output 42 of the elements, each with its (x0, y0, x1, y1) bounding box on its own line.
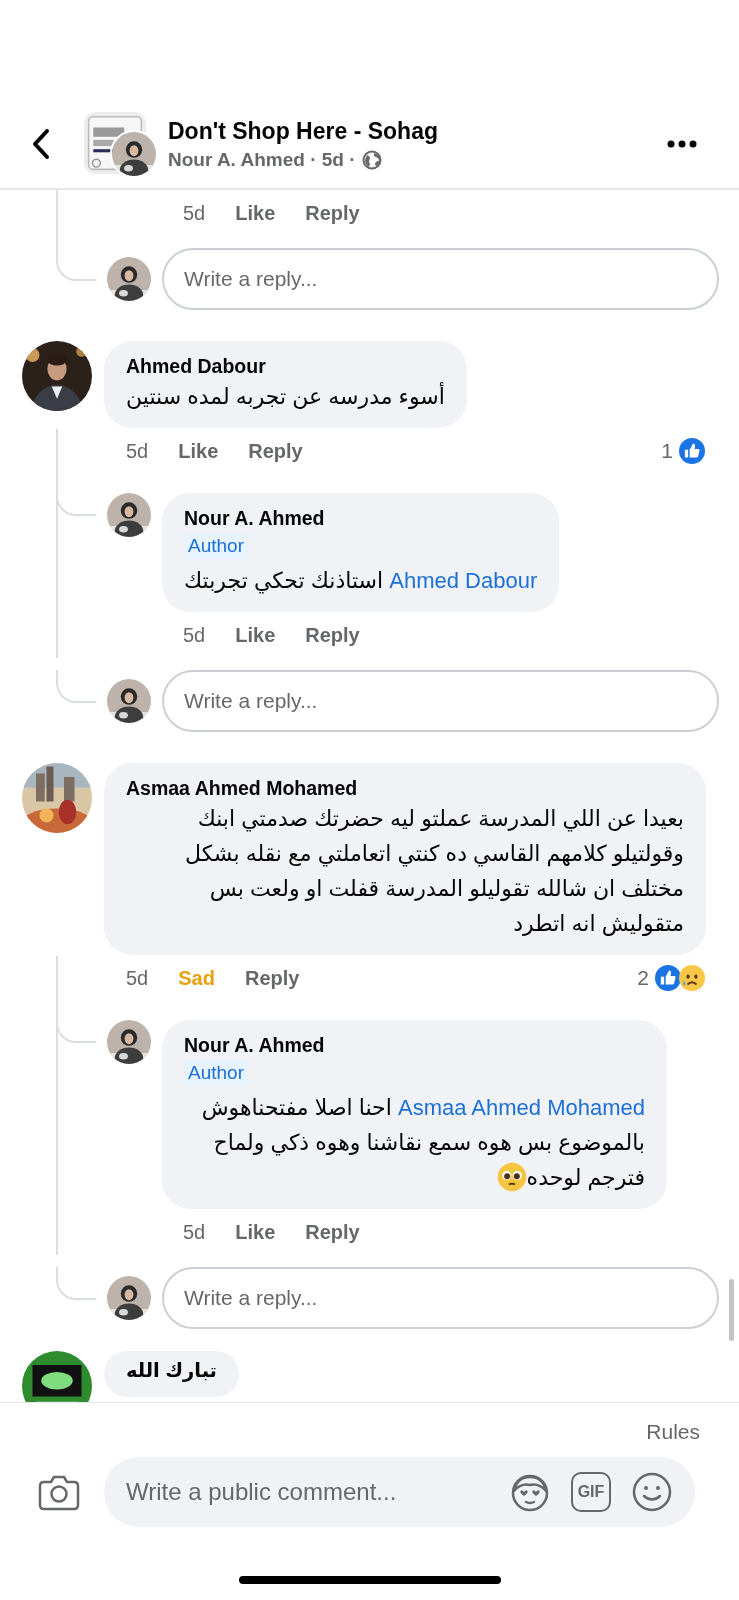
emoji-icon[interactable] (631, 1471, 673, 1513)
comment-text: أسوء مدرسه عن تجربه لمده سنتين (126, 381, 445, 411)
timestamp: 5d (183, 1220, 206, 1244)
reaction-count: 2 (637, 966, 649, 990)
reply-button[interactable]: Reply (244, 966, 300, 990)
author-badge: Author (184, 1060, 248, 1086)
thread-connector (56, 670, 96, 703)
reply-field[interactable]: Write a reply... (162, 248, 719, 310)
scroll-bar (729, 1279, 734, 1341)
reply-field[interactable]: Write a reply... (162, 670, 719, 732)
reply-button[interactable]: Reply (305, 623, 360, 647)
thread-connector (56, 1267, 96, 1300)
author-name[interactable]: Nour A. Ahmed (184, 1032, 325, 1058)
author-name[interactable]: Nour A. Ahmed (184, 505, 325, 531)
rules-link[interactable]: Rules (646, 1419, 700, 1445)
like-button[interactable]: Like (235, 201, 276, 225)
like-button[interactable]: Like (235, 1220, 276, 1244)
post-meta: Nour A. Ahmed · 5d · (168, 148, 356, 171)
group-title[interactable]: Don't Shop Here - Sohag (168, 117, 438, 145)
reply-button[interactable]: Reply (305, 201, 360, 225)
reply-button[interactable]: Reply (248, 439, 303, 463)
like-button[interactable]: Like (235, 623, 276, 647)
globe-icon (361, 149, 382, 170)
reaction-count: 1 (661, 439, 673, 463)
mention-link[interactable]: Asmaa Ahmed Mohamed (397, 1095, 645, 1120)
mention-link[interactable]: Ahmed Dabour (389, 568, 538, 593)
reply-button[interactable]: Reply (305, 1220, 360, 1244)
back-icon[interactable] (30, 128, 52, 160)
timestamp: 5d (183, 201, 206, 225)
camera-icon[interactable] (38, 1473, 80, 1511)
author-name[interactable]: Asmaa Ahmed Mohamed (126, 775, 358, 801)
timestamp: 5d (126, 966, 149, 990)
timestamp: 5d (126, 439, 149, 463)
like-button[interactable]: Like (178, 439, 219, 463)
author-name[interactable]: Ahmed Dabour (126, 353, 266, 379)
gif-button[interactable]: GIF (571, 1472, 611, 1512)
more-icon[interactable] (667, 140, 697, 148)
timestamp: 5d (183, 623, 206, 647)
author-badge: Author (184, 533, 248, 559)
reply-field[interactable]: Write a reply... (162, 1267, 719, 1329)
author-name[interactable]: تبارك الله (126, 1357, 217, 1383)
comment-text: بعيدا عن اللي المدرسة عملتو ليه حضرتك صدمتي ابنك وقولتيلو كلامهم القاسي ده كنتي اتعاملتي مع نقله بشكل مختلف ان شالله تقوليلو المدرسة قفلت او ولعت بس متقوليش انه اتطرد (184, 805, 684, 938)
